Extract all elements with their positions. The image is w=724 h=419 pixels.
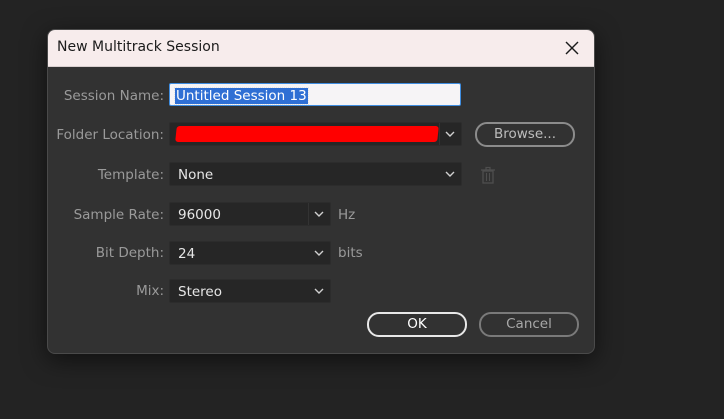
template-value: None (178, 167, 214, 183)
delete-template-button[interactable] (480, 166, 496, 184)
folder-location-label: Folder Location: (56, 127, 164, 143)
chevron-down-icon (314, 250, 324, 256)
sample-rate-unit: Hz (338, 207, 356, 223)
chevron-down-icon (445, 131, 455, 137)
chevron-down-icon (314, 211, 324, 217)
title-bar: New Multitrack Session (48, 30, 594, 67)
sample-rate-label: Sample Rate: (73, 207, 164, 223)
mix-label: Mix: (136, 283, 164, 299)
session-name-value: Untitled Session 13 (174, 87, 309, 105)
session-name-label: Session Name: (63, 88, 164, 104)
cancel-button[interactable]: Cancel (479, 312, 579, 337)
template-label: Template: (97, 167, 164, 183)
session-name-input[interactable]: Untitled Session 13 (169, 83, 461, 106)
new-multitrack-session-dialog: New Multitrack Session Session Name: Unt… (47, 29, 595, 354)
chevron-down-icon (445, 171, 455, 177)
chevron-down-icon (314, 288, 324, 294)
sample-rate-combo[interactable]: 96000 (169, 202, 331, 226)
mix-value: Stereo (178, 284, 222, 300)
trash-icon (481, 166, 495, 184)
close-button[interactable] (558, 34, 586, 62)
ok-button[interactable]: OK (367, 312, 467, 337)
template-dropdown[interactable]: None (169, 162, 462, 186)
bit-depth-unit: bits (338, 245, 363, 261)
folder-location-dropdown[interactable] (169, 122, 462, 146)
bit-depth-value: 24 (178, 246, 196, 262)
mix-dropdown[interactable]: Stereo (169, 279, 331, 303)
redacted-folder-path (175, 126, 439, 142)
bit-depth-dropdown[interactable]: 24 (169, 241, 331, 265)
dialog-title: New Multitrack Session (57, 39, 220, 55)
close-icon (565, 41, 579, 55)
sample-rate-value: 96000 (178, 207, 221, 223)
browse-button[interactable]: Browse... (475, 122, 575, 147)
bit-depth-label: Bit Depth: (95, 245, 164, 261)
